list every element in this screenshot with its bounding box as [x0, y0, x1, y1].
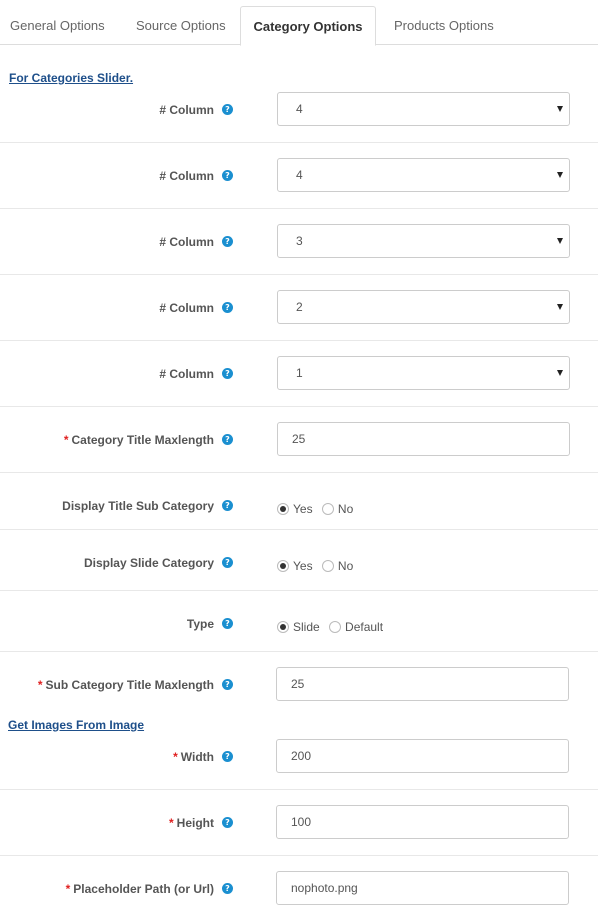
chevron-down-icon [557, 172, 563, 178]
form-row-display-slide-category: Display Slide Category ? Yes No [0, 530, 598, 591]
tab-category-options[interactable]: Category Options [240, 6, 376, 46]
help-icon[interactable]: ? [222, 618, 233, 629]
help-icon[interactable]: ? [222, 500, 233, 511]
form-row-placeholder-path: * Placeholder Path (or Url) ? nophoto.png [0, 856, 598, 917]
form-row-sub-category-title-maxlength: * Sub Category Title Maxlength ? 25 [0, 652, 598, 712]
column-3-select[interactable]: 3 [277, 224, 570, 258]
form-row-display-title-sub-category: Display Title Sub Category ? Yes No [0, 473, 598, 530]
placeholder-path-input[interactable]: nophoto.png [276, 871, 569, 905]
tab-products-options[interactable]: Products Options [394, 6, 494, 45]
help-icon[interactable]: ? [222, 236, 233, 247]
radio-checked-icon [277, 503, 289, 515]
column-5-label: # Column [159, 367, 214, 381]
help-icon[interactable]: ? [222, 434, 233, 445]
required-marker: * [168, 816, 174, 830]
display-slide-category-radio-group: Yes No [277, 559, 359, 575]
column-1-value: 4 [296, 102, 303, 116]
column-4-value: 2 [296, 300, 303, 314]
required-marker: * [37, 678, 43, 692]
form-row-width: * Width ? 200 [0, 723, 598, 790]
help-icon[interactable]: ? [222, 104, 233, 115]
column-5-value: 1 [296, 366, 303, 380]
help-icon[interactable]: ? [222, 302, 233, 313]
column-1-label: # Column [159, 103, 214, 117]
tab-bar: General Options Source Options Category … [0, 0, 598, 46]
height-input[interactable]: 100 [276, 805, 569, 839]
column-4-label: # Column [159, 301, 214, 315]
help-icon[interactable]: ? [222, 883, 233, 894]
category-title-maxlength-label: * Category Title Maxlength [63, 433, 214, 447]
help-icon[interactable]: ? [222, 679, 233, 690]
radio-no[interactable]: No [321, 502, 353, 516]
display-slide-category-label: Display Slide Category [83, 556, 214, 570]
column-3-label: # Column [159, 235, 214, 249]
radio-default[interactable]: Default [329, 620, 383, 634]
radio-slide[interactable]: Slide [277, 620, 320, 634]
required-marker: * [173, 750, 178, 764]
chevron-down-icon [557, 238, 563, 244]
form-row-type: Type ? Slide Default [0, 591, 598, 652]
form-row-column-5: # Column ? 1 [0, 341, 598, 407]
radio-no[interactable]: No [321, 559, 353, 573]
sub-category-title-maxlength-label: * Sub Category Title Maxlength [37, 678, 214, 692]
column-2-select[interactable]: 4 [277, 158, 570, 192]
form-row-category-title-maxlength: * Category Title Maxlength ? 25 [0, 407, 598, 473]
radio-unchecked-icon [329, 621, 342, 633]
column-4-select[interactable]: 2 [277, 290, 570, 324]
radio-yes[interactable]: Yes [277, 559, 313, 573]
placeholder-path-label: * Placeholder Path (or Url) [65, 882, 214, 896]
help-icon[interactable]: ? [222, 817, 233, 828]
radio-unchecked-icon [321, 560, 334, 572]
sub-category-title-maxlength-input[interactable]: 25 [276, 667, 569, 701]
type-label: Type [186, 617, 214, 631]
radio-checked-icon [277, 621, 289, 633]
chevron-down-icon [557, 370, 563, 376]
width-label: * Width [173, 750, 214, 764]
form-row-column-4: # Column ? 2 [0, 275, 598, 341]
help-icon[interactable]: ? [222, 751, 233, 762]
required-marker: * [63, 433, 69, 447]
radio-yes[interactable]: Yes [277, 502, 313, 516]
column-2-value: 4 [296, 168, 303, 182]
help-icon[interactable]: ? [222, 557, 233, 568]
display-title-sub-category-radio-group: Yes No [277, 502, 359, 518]
column-2-label: # Column [159, 169, 214, 183]
form-row-height: * Height ? 100 [0, 790, 598, 856]
chevron-down-icon [557, 304, 563, 310]
help-icon[interactable]: ? [222, 368, 233, 379]
width-input[interactable]: 200 [276, 739, 569, 773]
column-3-value: 3 [296, 234, 303, 248]
required-marker: * [65, 882, 71, 896]
tab-general-options[interactable]: General Options [10, 6, 105, 45]
height-label: * Height [168, 816, 214, 830]
help-icon[interactable]: ? [222, 170, 233, 181]
radio-unchecked-icon [321, 503, 334, 515]
category-title-maxlength-input[interactable]: 25 [277, 422, 570, 456]
form-row-column-2: # Column ? 4 [0, 143, 598, 209]
column-5-select[interactable]: 1 [277, 356, 570, 390]
display-title-sub-category-label: Display Title Sub Category [62, 499, 214, 513]
type-radio-group: Slide Default [277, 620, 389, 636]
column-1-select[interactable]: 4 [277, 92, 570, 126]
form-row-column-1: # Column ? 4 [0, 76, 598, 143]
radio-checked-icon [277, 560, 289, 572]
tab-source-options[interactable]: Source Options [136, 6, 226, 45]
form-row-column-3: # Column ? 3 [0, 209, 598, 275]
chevron-down-icon [557, 106, 563, 112]
